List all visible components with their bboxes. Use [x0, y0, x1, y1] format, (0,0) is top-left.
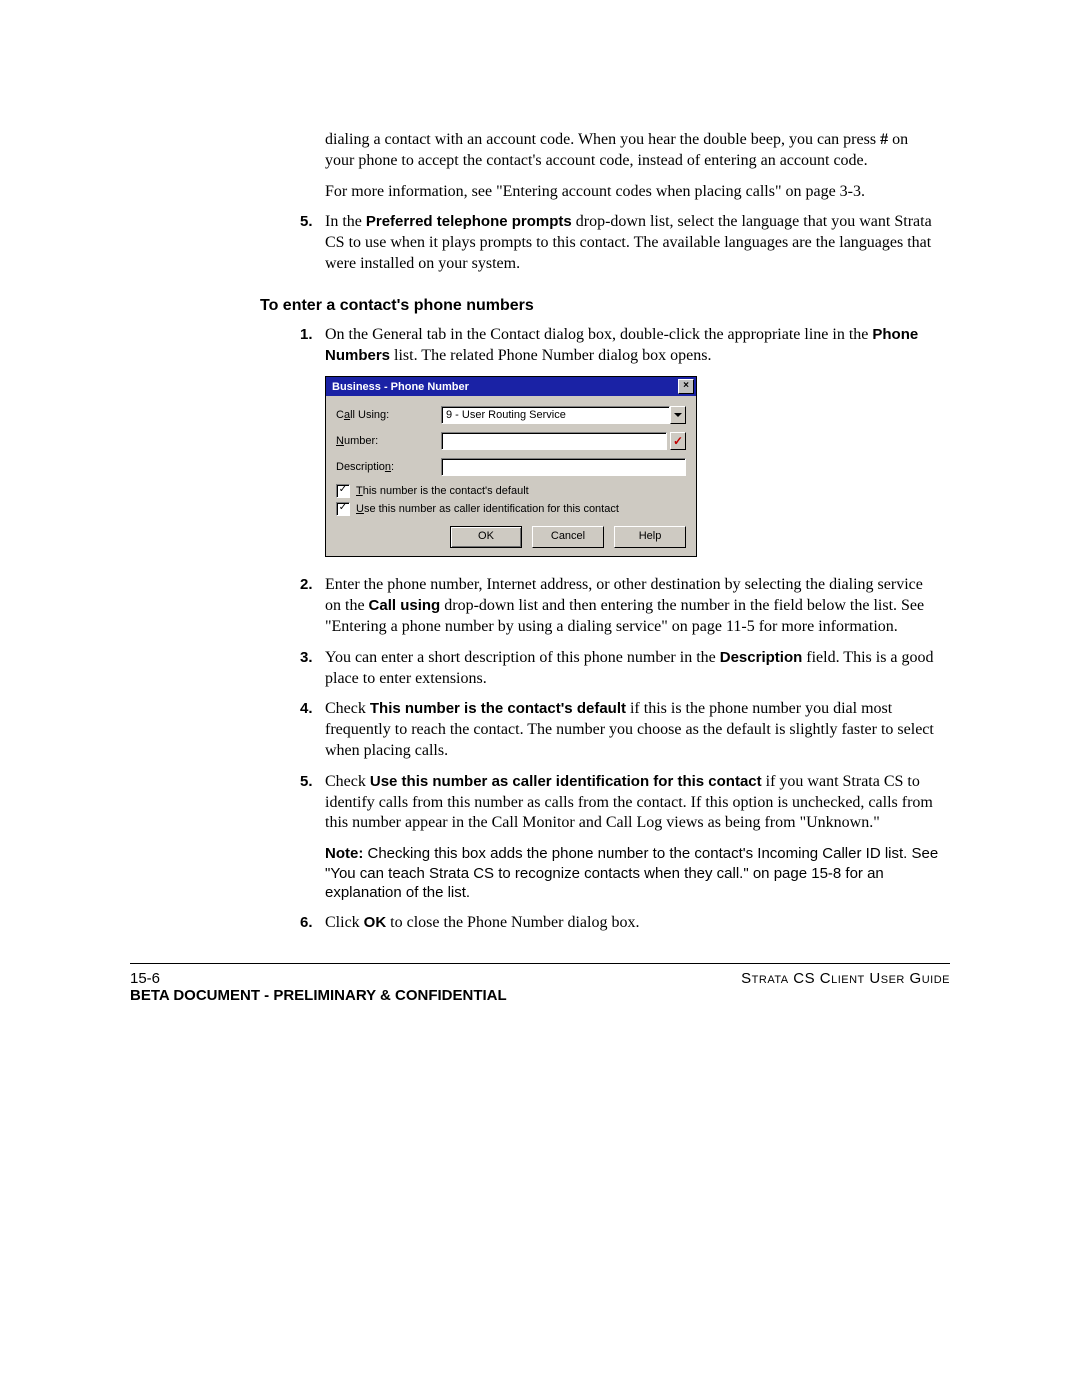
number-input[interactable] [441, 432, 667, 450]
caller-id-label: se this number as caller identification … [364, 503, 619, 515]
note-label: Note: [325, 845, 368, 862]
ok-bold: OK [364, 914, 387, 931]
description-input[interactable] [441, 458, 686, 476]
note-block: Note: Checking this box adds the phone n… [325, 844, 940, 903]
default-number-label: his number is the contact's default [363, 485, 529, 497]
hash-key: # [880, 131, 888, 148]
check-icon[interactable]: ✓ [670, 432, 686, 450]
checkbox-checked-icon[interactable]: ✓ [336, 502, 350, 516]
number-field-group[interactable]: ✓ [441, 432, 686, 450]
call-using-bold: Call using [369, 597, 441, 614]
step-5-prompts: 5. In the Preferred telephone prompts dr… [300, 212, 940, 274]
step-1: 1. On the General tab in the Contact dia… [300, 325, 940, 367]
step-4: 4. Check This number is the contact's de… [300, 699, 940, 761]
confidential-notice: BETA DOCUMENT - PRELIMINARY & CONFIDENTI… [130, 987, 950, 1004]
step-5: 5. Check Use this number as caller ident… [300, 772, 940, 834]
ok-button[interactable]: OK [450, 526, 522, 548]
call-using-label: Call Using: [336, 409, 441, 421]
step-number: 6. [300, 913, 325, 934]
page-number: 15-6 [130, 970, 160, 987]
step-number: 5. [300, 212, 325, 274]
step-number: 4. [300, 699, 325, 761]
step-3: 3. You can enter a short description of … [300, 648, 940, 690]
preferred-prompts-label: Preferred telephone prompts [366, 213, 572, 230]
step-number: 3. [300, 648, 325, 690]
description-label: Description: [336, 461, 441, 473]
checkbox-checked-icon[interactable]: ✓ [336, 484, 350, 498]
caller-id-checkbox-row[interactable]: ✓ Use this number as caller identificati… [336, 502, 686, 516]
close-icon[interactable]: × [678, 379, 694, 394]
number-label: Number: [336, 435, 441, 447]
help-button[interactable]: Help [614, 526, 686, 548]
phone-number-dialog: Business - Phone Number × Call Using: 9 … [325, 376, 697, 557]
subheading-enter-contact-numbers: To enter a contact's phone numbers [260, 297, 940, 315]
caller-id-bold: Use this number as caller identification… [370, 773, 762, 790]
description-bold: Description [720, 649, 803, 666]
call-using-combo[interactable]: 9 - User Routing Service [441, 406, 686, 424]
intro-paragraph-2: For more information, see "Entering acco… [325, 182, 940, 203]
guide-title: Strata CS Client User Guide [741, 970, 950, 987]
step-number: 5. [300, 772, 325, 834]
intro-paragraph-1: dialing a contact with an account code. … [325, 130, 940, 172]
step-number: 2. [300, 575, 325, 637]
step-2: 2. Enter the phone number, Internet addr… [300, 575, 940, 637]
chevron-down-icon[interactable] [670, 406, 686, 424]
step-number: 1. [300, 325, 325, 367]
intro-text: dialing a contact with an account code. … [325, 131, 880, 148]
page-footer: 15-6 Strata CS Client User Guide BETA DO… [130, 963, 950, 1004]
default-number-checkbox-row[interactable]: ✓ This number is the contact's default [336, 484, 686, 498]
note-body: Checking this box adds the phone number … [325, 845, 938, 901]
dialog-titlebar[interactable]: Business - Phone Number × [326, 377, 696, 396]
dialog-title: Business - Phone Number [332, 381, 469, 393]
default-number-bold: This number is the contact's default [370, 700, 626, 717]
step-6: 6. Click OK to close the Phone Number di… [300, 913, 940, 934]
call-using-value[interactable]: 9 - User Routing Service [441, 406, 670, 424]
cancel-button[interactable]: Cancel [532, 526, 604, 548]
